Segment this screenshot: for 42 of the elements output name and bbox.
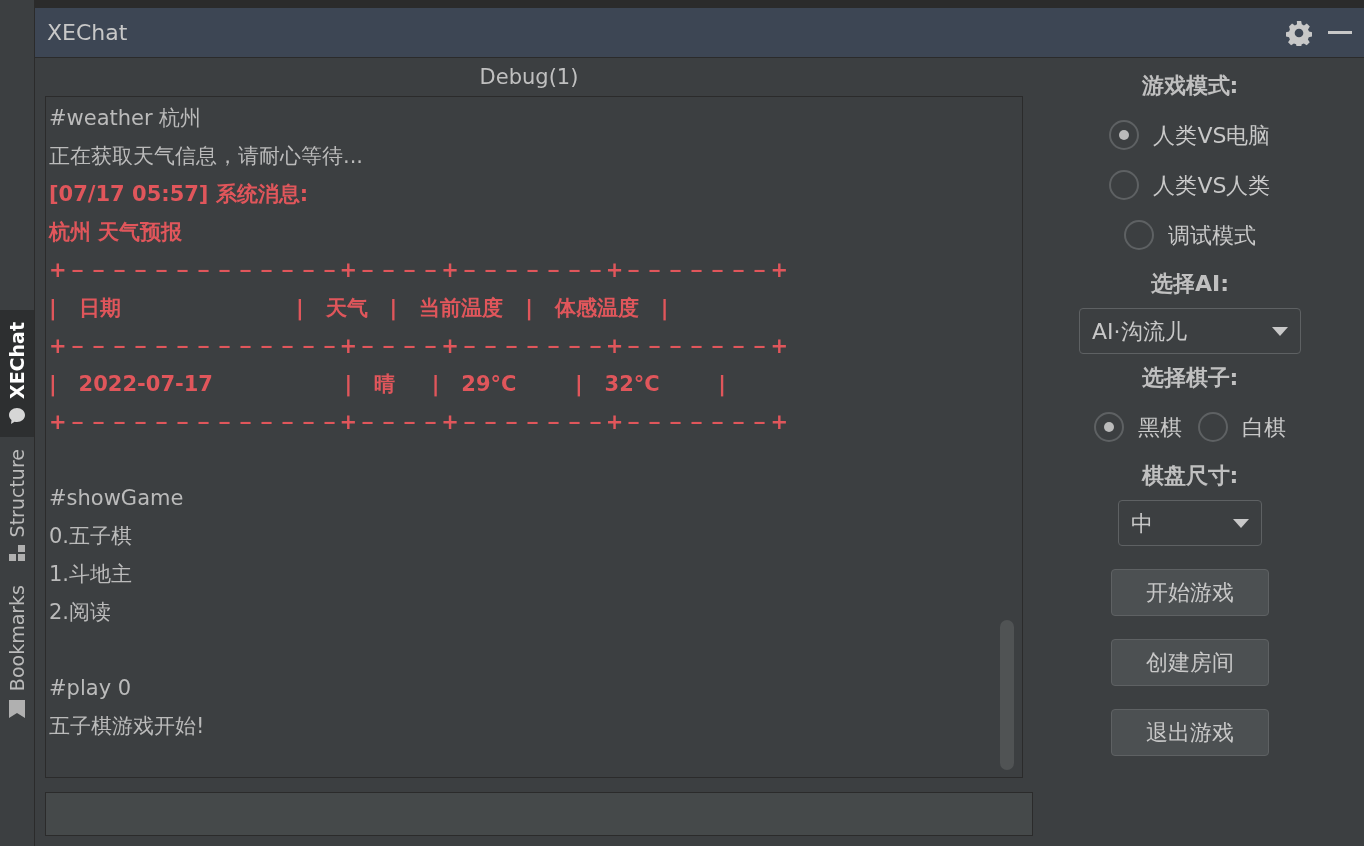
dropdown[interactable]: AI·沟流儿 [1079,308,1301,354]
radio-button[interactable]: 人类VS人类 [1109,160,1271,210]
system-message-line: [07/17 05:57] 系统消息: [49,181,310,208]
caret-icon [1272,326,1288,336]
chat-title: Debug(1) [478,64,580,91]
system-message-line: | 2022-07-17 | 晴 | 29°C | 32°C | [49,371,727,399]
sidebar-tab[interactable]: Bookmarks [0,573,34,730]
field-label: 游戏模式: [1141,72,1239,100]
game-button[interactable]: 开始游戏 [1111,569,1269,616]
radio-button[interactable]: 人类VS电脑 [1109,110,1271,160]
radio-button[interactable]: 黑棋 [1094,402,1182,452]
chat-line: 五子棋游戏开始! [49,713,206,740]
bookmark-icon [9,699,25,718]
field-label: 棋盘尺寸: [1141,462,1239,490]
system-message-line: +－－－－－－－－－－－－－+－－－－+－－－－－－－+－－－－－－－+ [49,409,789,436]
field-label: 选择棋子: [1141,364,1239,392]
system-message-line: +－－－－－－－－－－－－－+－－－－+－－－－－－－+－－－－－－－+ [49,333,789,360]
chat-line: 1.斗地主 [49,561,134,588]
system-message-line: +－－－－－－－－－－－－－+－－－－+－－－－－－－+－－－－－－－+ [49,257,789,284]
caret-icon [1233,518,1249,528]
field-label: 选择AI: [1151,270,1229,298]
settings-icon[interactable] [1286,19,1312,46]
structure-icon [9,545,25,562]
sidebar-tab[interactable]: Structure [0,437,34,574]
system-message-line: 杭州 天气预报 [49,219,184,246]
message-input-field[interactable] [45,792,1033,836]
chat-line: 正在获取天气信息，请耐心等待... [49,143,365,170]
game-button[interactable]: 创建房间 [1111,639,1269,686]
sidebar-tab[interactable]: XEChat [0,310,34,437]
game-button[interactable]: 退出游戏 [1111,709,1269,756]
system-message-line: | 日期 | 天气 | 当前温度 | 体感温度 | [49,295,670,323]
chat-line: 0.五子棋 [49,523,134,550]
chat-line: #weather 杭州 [49,105,203,132]
chat-line: #showGame [49,485,185,512]
chat-line: #play 0 [49,675,133,702]
dropdown[interactable]: 中 [1118,500,1262,546]
chat-line: 2.阅读 [49,599,113,626]
radio-button[interactable]: 白棋 [1198,402,1286,452]
radio-button[interactable]: 调试模式 [1124,210,1256,260]
minimize-icon[interactable] [1328,30,1352,35]
window-title: XEChat [47,19,128,47]
chat-bubble-icon [8,407,26,425]
